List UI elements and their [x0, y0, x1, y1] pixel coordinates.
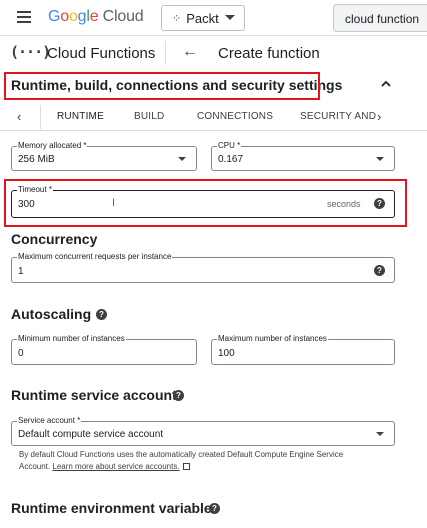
- page-title: Create function: [218, 45, 320, 62]
- dropdown-arrow-icon: [178, 157, 186, 161]
- max-instances-label: Maximum number of instances: [217, 334, 328, 343]
- timeout-input[interactable]: Timeout * 300 I seconds ?: [11, 185, 395, 218]
- logo-suffix: Cloud: [102, 8, 144, 25]
- arrow-back-icon[interactable]: ←: [182, 43, 198, 61]
- learn-more-link[interactable]: Learn more about service accounts.: [52, 462, 179, 471]
- service-account-help: By default Cloud Functions uses the auto…: [19, 449, 349, 473]
- dropdown-arrow-icon: [376, 157, 384, 161]
- cpu-value: 0.167: [218, 154, 244, 165]
- tab-runtime[interactable]: RUNTIME: [57, 111, 104, 122]
- logo-letter: e: [89, 8, 99, 25]
- cpu-label: CPU *: [217, 141, 242, 150]
- help-icon[interactable]: ?: [96, 309, 107, 320]
- timeout-unit: seconds: [327, 199, 361, 209]
- autoscaling-heading: Autoscaling: [11, 306, 92, 322]
- search-input[interactable]: cloud function: [333, 4, 427, 32]
- cloud-functions-icon: (···): [10, 43, 51, 61]
- chevron-up-icon[interactable]: [380, 78, 392, 90]
- help-icon[interactable]: ?: [374, 265, 385, 276]
- service-account-label: Service account *: [17, 416, 82, 425]
- logo-letter: o: [68, 8, 78, 25]
- help-icon[interactable]: ?: [374, 198, 385, 209]
- env-vars-heading: Runtime environment variables: [11, 500, 220, 516]
- max-concurrent-requests-input[interactable]: Maximum concurrent requests per instance…: [11, 252, 395, 283]
- logo-letter: o: [60, 8, 69, 25]
- project-dots-icon: ⁘: [172, 12, 181, 25]
- help-icon[interactable]: ?: [209, 503, 220, 514]
- help-icon[interactable]: ?: [173, 390, 184, 401]
- text-cursor-icon: I: [112, 197, 116, 209]
- service-account-select[interactable]: Service account * Default compute servic…: [11, 416, 395, 446]
- memory-value: 256 MiB: [18, 154, 55, 165]
- min-instances-value: 0: [18, 348, 24, 359]
- tab-security[interactable]: SECURITY AND: [300, 111, 376, 122]
- min-instances-input[interactable]: Minimum number of instances 0: [11, 334, 197, 365]
- divider: [40, 105, 41, 129]
- memory-label: Memory allocated *: [17, 141, 88, 150]
- top-bar: Google Cloud ⁘ Packt cloud function: [0, 0, 427, 36]
- project-selector-button[interactable]: ⁘ Packt: [161, 5, 245, 31]
- max-instances-input[interactable]: Maximum number of instances 100: [211, 334, 395, 365]
- logo-letter: G: [48, 8, 61, 25]
- product-title[interactable]: Cloud Functions: [47, 45, 155, 62]
- max-concurrent-requests-value: 1: [18, 266, 24, 277]
- dropdown-arrow-icon: [225, 15, 235, 20]
- chevron-right-icon[interactable]: ›: [377, 109, 381, 124]
- concurrency-heading: Concurrency: [11, 231, 98, 247]
- settings-tabs: ‹ RUNTIME BUILD CONNECTIONS SECURITY AND…: [0, 103, 427, 131]
- tab-build[interactable]: BUILD: [134, 111, 164, 122]
- dropdown-arrow-icon: [376, 432, 384, 436]
- highlight-box: [4, 72, 320, 100]
- google-cloud-logo[interactable]: Google Cloud: [48, 8, 144, 26]
- cpu-select[interactable]: CPU * 0.167: [211, 141, 395, 171]
- timeout-label: Timeout *: [17, 185, 53, 194]
- max-concurrent-requests-label: Maximum concurrent requests per instance: [17, 252, 173, 261]
- service-account-value: Default compute service account: [18, 429, 164, 440]
- menu-icon[interactable]: [17, 11, 31, 23]
- memory-select[interactable]: Memory allocated * 256 MiB: [11, 141, 197, 171]
- chevron-left-icon[interactable]: ‹: [17, 109, 21, 124]
- divider: [165, 41, 166, 65]
- tab-connections[interactable]: CONNECTIONS: [197, 111, 273, 122]
- timeout-value: 300: [18, 199, 35, 210]
- service-account-heading: Runtime service account: [11, 387, 177, 403]
- max-instances-value: 100: [218, 348, 235, 359]
- open-in-new-icon: [182, 463, 190, 470]
- project-name: Packt: [186, 10, 219, 26]
- min-instances-label: Minimum number of instances: [17, 334, 126, 343]
